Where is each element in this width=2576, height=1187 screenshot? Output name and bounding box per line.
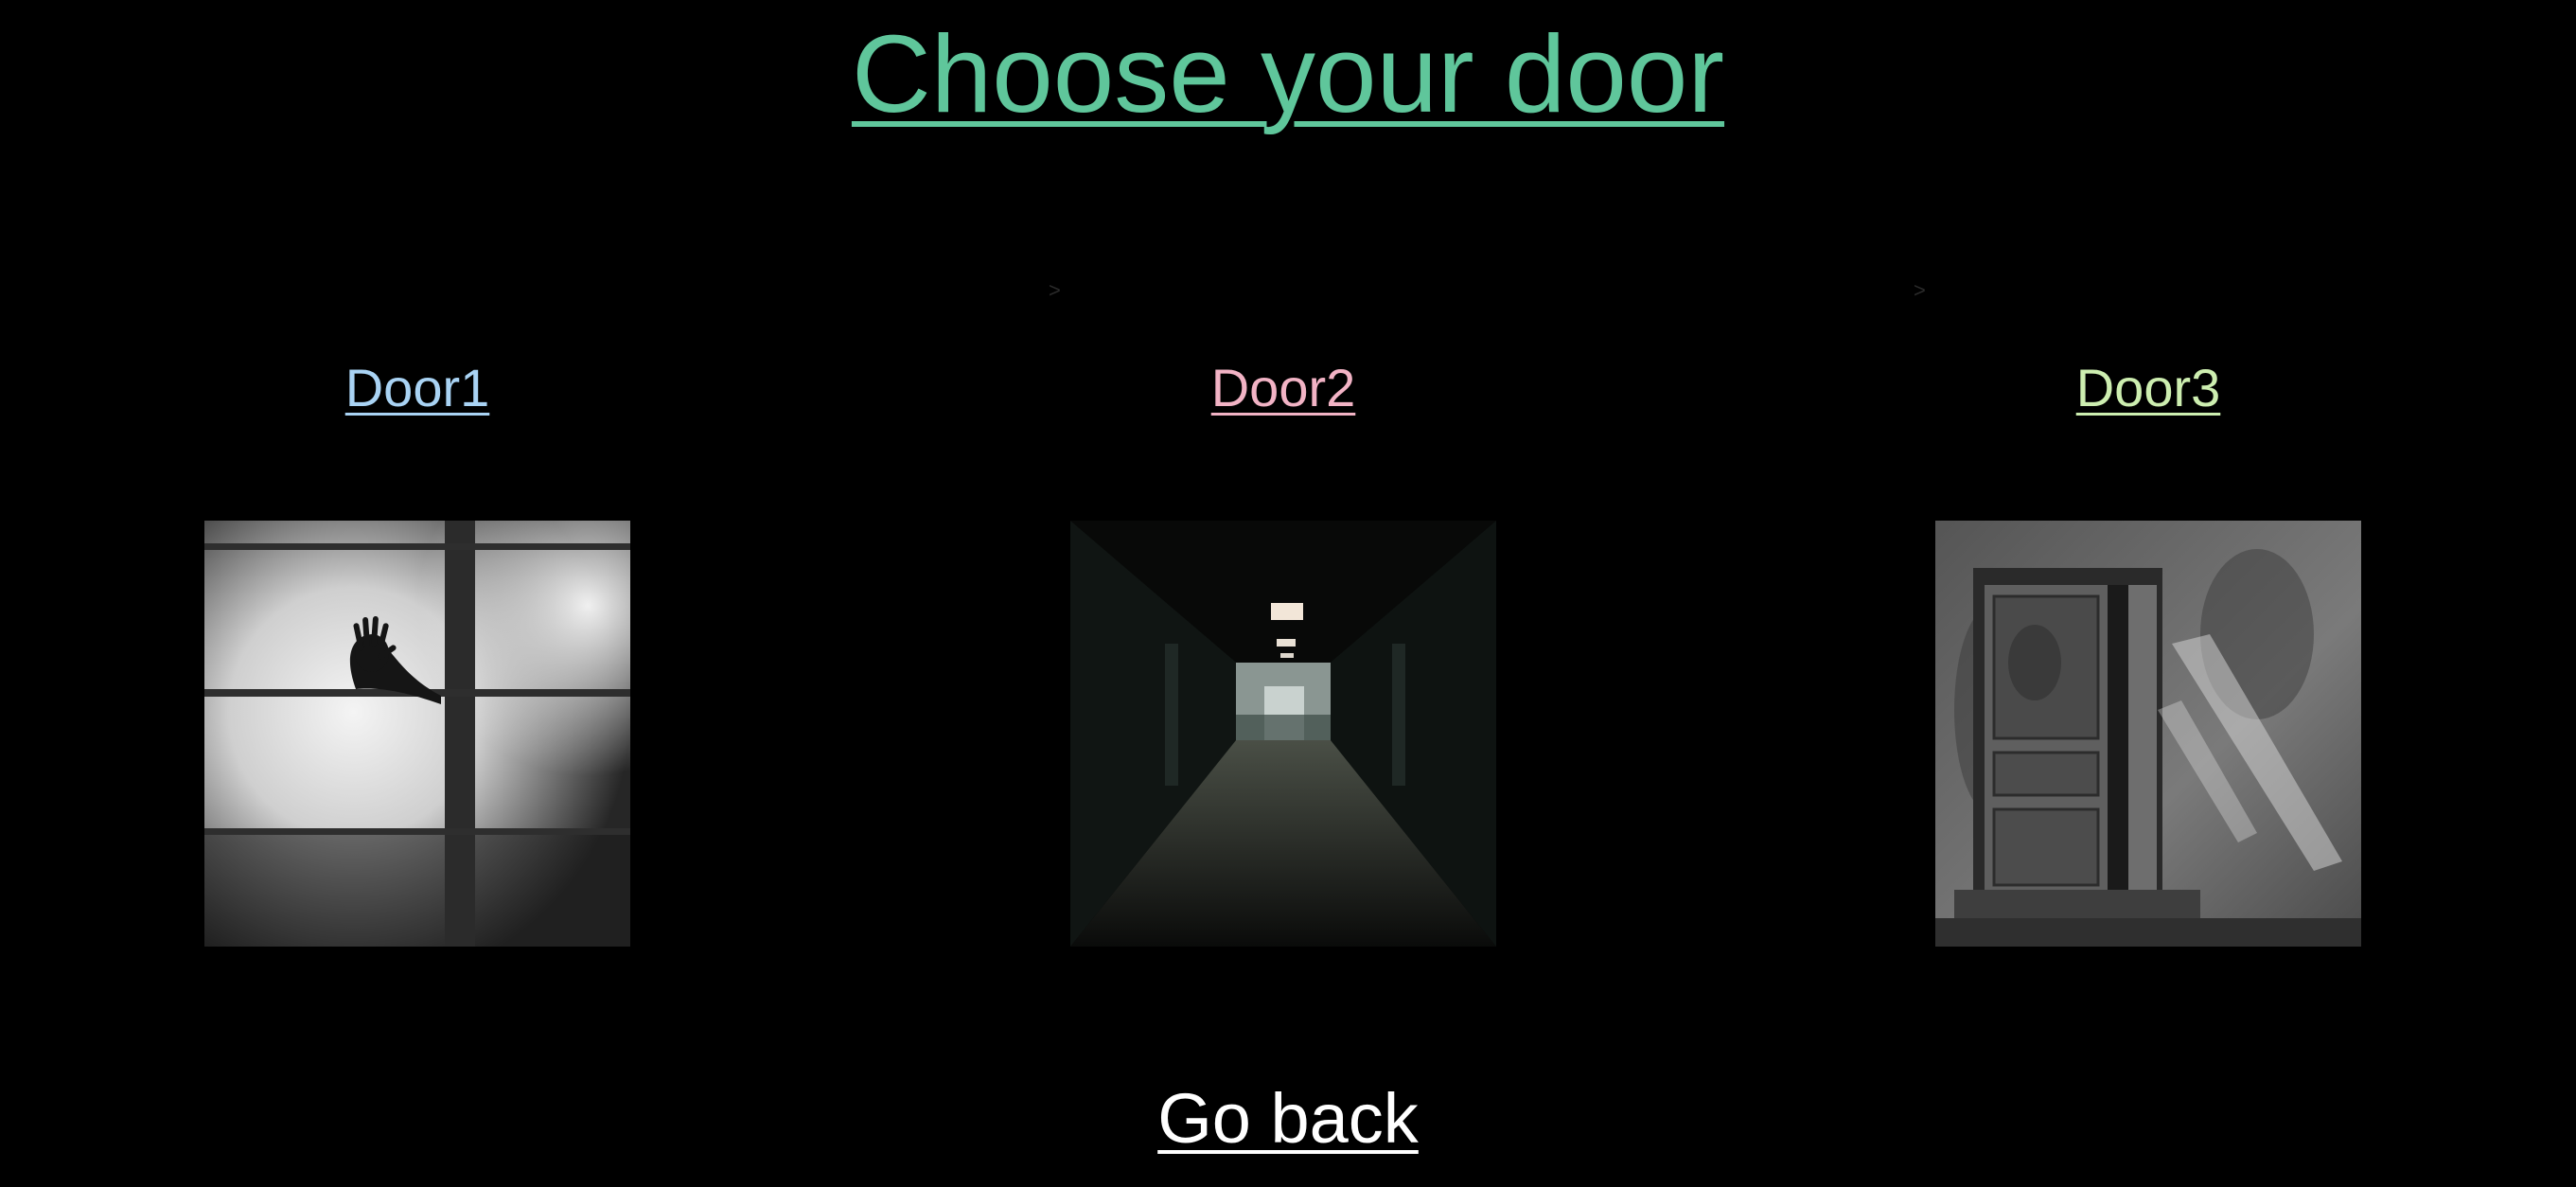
separator: > <box>1049 278 1061 302</box>
separator: > <box>1914 278 1926 302</box>
door1-link[interactable]: Door1 <box>345 350 490 426</box>
door3-link[interactable]: Door3 <box>2076 350 2221 426</box>
door2-image[interactable] <box>1070 521 1496 947</box>
door3-image[interactable] <box>1935 521 2361 947</box>
page-title: Choose your door <box>0 8 2576 140</box>
page: Choose your door > > Door1 Door2 Door3 G… <box>0 0 2576 1187</box>
door-card-1: Door1 <box>204 350 630 947</box>
dark-hallway-image <box>1070 521 1496 947</box>
go-back-link[interactable]: Go back <box>1157 1079 1419 1158</box>
door-card-2: Door2 <box>1070 350 1496 947</box>
old-wooden-door-image <box>1935 521 2361 947</box>
door-card-3: Door3 <box>1935 350 2361 947</box>
door1-image[interactable] <box>204 521 630 947</box>
door2-link[interactable]: Door2 <box>1211 350 1356 426</box>
hand-shadow-window-image <box>204 521 630 947</box>
page-title-link[interactable]: Choose your door <box>852 12 1724 135</box>
go-back: Go back <box>0 1072 2576 1166</box>
